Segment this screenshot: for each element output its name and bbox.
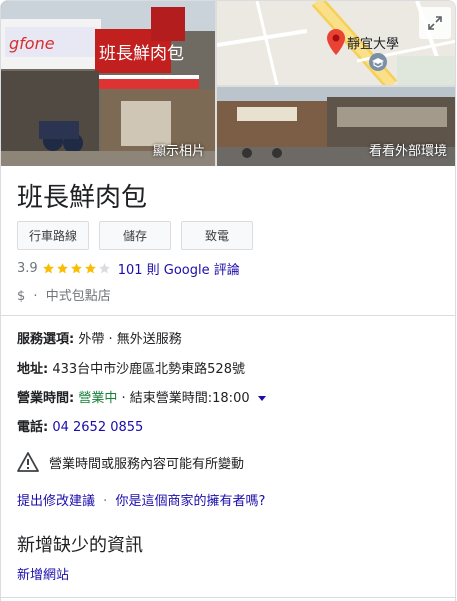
divider bbox=[1, 315, 455, 316]
map-place-label: 靜宜大學 bbox=[347, 37, 400, 52]
hours-row: 營業時間: 營業中 · 結束營業時間:18:00 bbox=[17, 387, 266, 406]
star-filled-icon bbox=[70, 263, 82, 274]
storefront-photo[interactable]: gfone 班長鮮肉包 顯示相片 bbox=[1, 1, 215, 166]
hours-label[interactable]: 營業時間: bbox=[17, 391, 74, 406]
map-pin-icon bbox=[327, 29, 345, 55]
star-rating bbox=[42, 262, 112, 275]
suggest-edit-link[interactable]: 提出修改建議 bbox=[17, 494, 95, 509]
directions-button[interactable]: 行車路線 bbox=[17, 221, 89, 250]
price-level: $ bbox=[17, 289, 26, 304]
missing-info-title: 新增缺少的資訊 bbox=[17, 535, 143, 556]
show-photos-label[interactable]: 顯示相片 bbox=[153, 140, 205, 159]
bottom-divider bbox=[1, 597, 455, 598]
add-website-link[interactable]: 新增網站 bbox=[17, 564, 69, 583]
address-value: 433台中市沙鹿區北勢東路528號 bbox=[52, 362, 245, 377]
hours-notice: 營業時間或服務內容可能有所變動 bbox=[17, 452, 244, 472]
map-thumbnail[interactable]: 靜宜大學 bbox=[217, 1, 455, 85]
category-label: 中式包點店 bbox=[45, 289, 111, 304]
star-filled-icon bbox=[84, 263, 96, 274]
warning-icon bbox=[17, 452, 39, 472]
phone-link[interactable]: 04 2652 0855 bbox=[52, 420, 143, 435]
star-filled-icon bbox=[42, 263, 54, 274]
street-view-thumbnail[interactable]: 看看外部環境 bbox=[217, 87, 455, 166]
street-view-label[interactable]: 看看外部環境 bbox=[369, 140, 447, 159]
address-row: 地址: 433台中市沙鹿區北勢東路528號 bbox=[17, 358, 245, 377]
reviews-link[interactable]: 101 則 Google 評論 bbox=[118, 259, 240, 278]
action-buttons: 行車路線 儲存 致電 bbox=[17, 221, 263, 250]
phone-row: 電話: 04 2652 0855 bbox=[17, 416, 143, 435]
suggest-edit-row: 提出修改建議 · 你是這個商家的擁有者嗎? bbox=[17, 490, 265, 509]
address-label[interactable]: 地址: bbox=[17, 362, 48, 377]
category-row: $ · 中式包點店 bbox=[17, 285, 111, 304]
save-button[interactable]: 儲存 bbox=[99, 221, 171, 250]
closing-time[interactable]: · 結束營業時間:18:00 bbox=[122, 391, 250, 406]
storefront-sign-text: 班長鮮肉包 bbox=[99, 44, 184, 64]
place-title: 班長鮮肉包 bbox=[17, 183, 148, 213]
knowledge-panel: gfone 班長鮮肉包 顯示相片 靜宜大學 看看外部環境 班長鮮肉包 行車路線 … bbox=[0, 0, 456, 601]
expand-map-button[interactable] bbox=[419, 7, 451, 39]
suggest-separator: · bbox=[103, 494, 108, 509]
call-button[interactable]: 致電 bbox=[181, 221, 253, 250]
star-filled-icon bbox=[56, 263, 68, 274]
owner-claim-link[interactable]: 你是這個商家的擁有者嗎? bbox=[115, 494, 265, 509]
meta-separator: · bbox=[33, 289, 38, 304]
hours-dropdown-icon[interactable] bbox=[257, 396, 266, 401]
service-options-value: 外帶 · 無外送服務 bbox=[78, 332, 182, 347]
svg-text:gfone: gfone bbox=[9, 34, 55, 53]
photo-header: gfone 班長鮮肉包 顯示相片 靜宜大學 看看外部環境 bbox=[1, 1, 455, 166]
rating-row: 3.9 101 則 Google 評論 bbox=[17, 259, 240, 278]
service-options-label: 服務選項: bbox=[17, 332, 75, 347]
notice-text: 營業時間或服務內容可能有所變動 bbox=[49, 456, 245, 472]
school-icon bbox=[369, 53, 387, 71]
phone-label[interactable]: 電話: bbox=[17, 420, 48, 435]
open-status[interactable]: 營業中 bbox=[78, 391, 117, 406]
expand-icon bbox=[428, 16, 442, 30]
service-options-row: 服務選項: 外帶 · 無外送服務 bbox=[17, 328, 182, 347]
star-empty-icon bbox=[98, 263, 110, 274]
rating-value: 3.9 bbox=[17, 261, 38, 276]
